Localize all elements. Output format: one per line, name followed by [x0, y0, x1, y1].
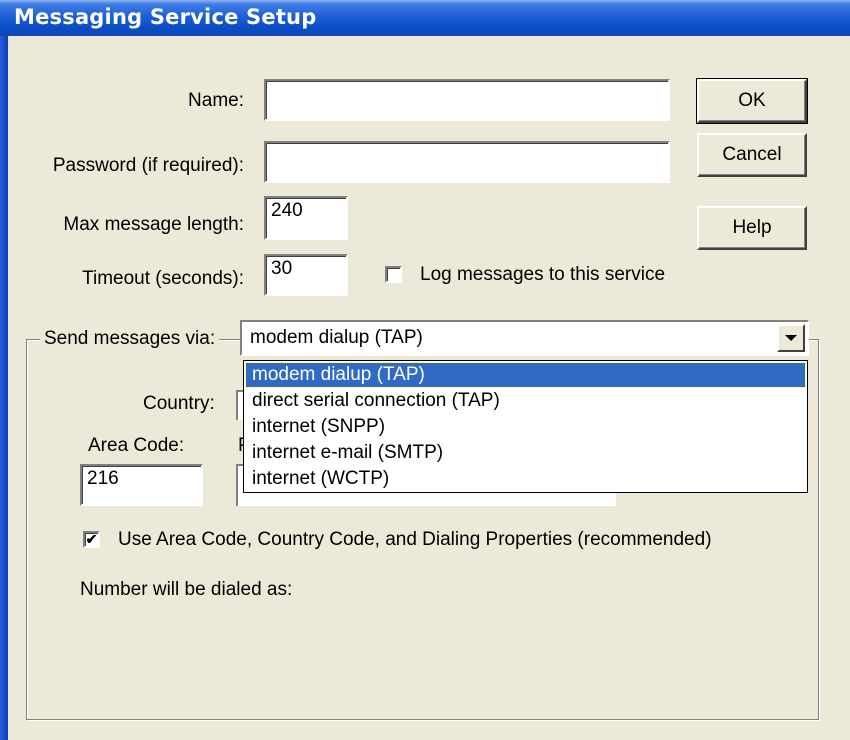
max-message-length-label: Max message length: — [63, 214, 244, 235]
country-label: Country: — [143, 393, 215, 414]
area-code-input[interactable]: 216 — [80, 464, 203, 506]
timeout-input[interactable]: 30 — [264, 254, 348, 296]
ok-button[interactable]: OK — [696, 78, 808, 124]
max-message-length-input[interactable]: 240 — [264, 196, 348, 240]
area-code-label: Area Code: — [88, 435, 185, 456]
send-via-option-modem-dialup[interactable]: modem dialup (TAP) — [245, 362, 806, 388]
timeout-label: Timeout (seconds): — [82, 268, 244, 289]
send-via-option-wctp[interactable]: internet (WCTP) — [246, 467, 805, 491]
use-area-code-label: Use Area Code, Country Code, and Dialing… — [118, 529, 712, 550]
title-bar[interactable]: Messaging Service Setup — [0, 0, 850, 36]
window-title: Messaging Service Setup — [14, 5, 317, 29]
send-via-label: Send messages via: — [40, 328, 220, 350]
send-via-selected-value: modem dialup (TAP) — [250, 327, 423, 348]
help-button[interactable]: Help — [697, 206, 807, 250]
window-frame-left — [0, 36, 8, 740]
chevron-down-icon — [785, 335, 797, 341]
password-input[interactable] — [264, 141, 670, 183]
send-via-option-snpp[interactable]: internet (SNPP) — [246, 415, 805, 439]
send-via-option-direct-serial[interactable]: direct serial connection (TAP) — [246, 389, 805, 413]
name-label: Name: — [188, 90, 244, 111]
send-via-select[interactable]: modem dialup (TAP) — [240, 320, 809, 356]
password-label: Password (if required): — [52, 155, 244, 176]
messaging-service-setup-dialog: Messaging Service Setup Name: Password (… — [0, 0, 850, 740]
cancel-button[interactable]: Cancel — [697, 133, 807, 177]
checkmark-icon: ✔ — [85, 531, 98, 547]
dropdown-button[interactable] — [777, 324, 805, 352]
send-via-dropdown-list: modem dialup (TAP) direct serial connect… — [243, 360, 808, 493]
use-area-code-checkbox[interactable]: ✔ — [83, 531, 100, 548]
name-input[interactable] — [264, 79, 670, 121]
number-dialed-as-label: Number will be dialed as: — [80, 579, 293, 600]
send-via-option-smtp[interactable]: internet e-mail (SMTP) — [246, 441, 805, 465]
log-messages-checkbox[interactable] — [385, 266, 402, 283]
log-messages-label: Log messages to this service — [420, 264, 666, 285]
